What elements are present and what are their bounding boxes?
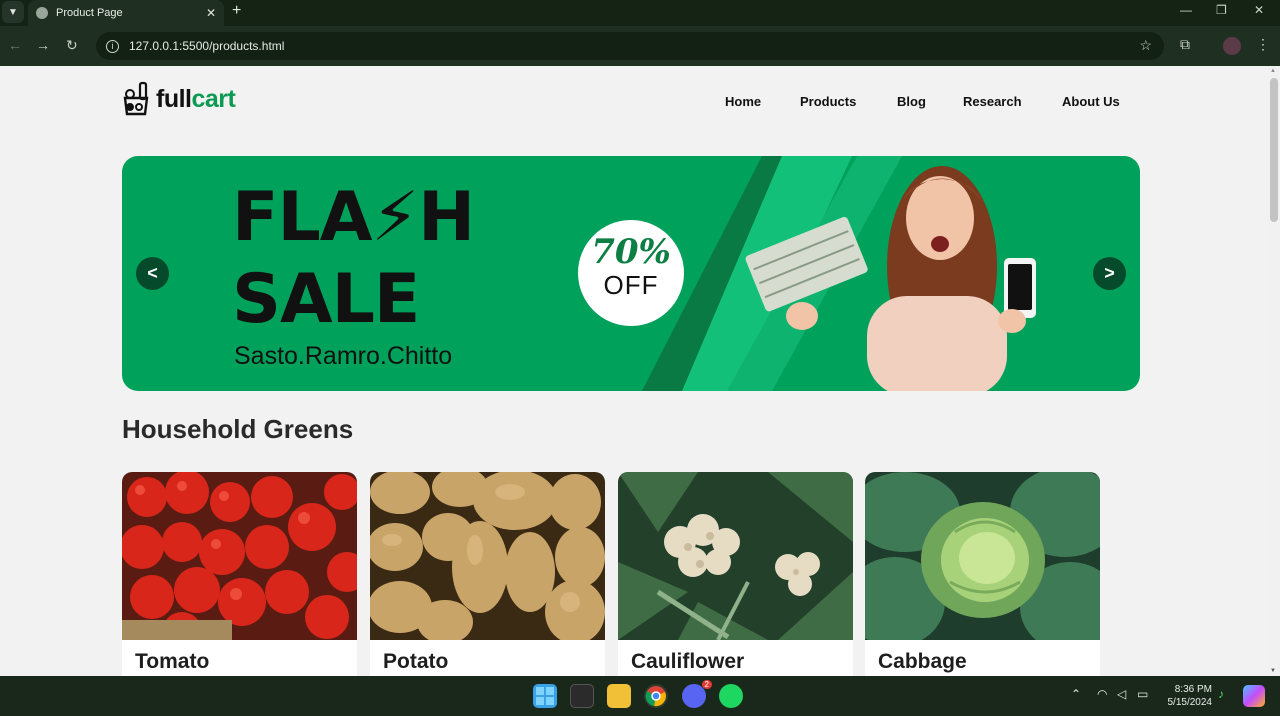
nav-research[interactable]: Research bbox=[963, 94, 1022, 109]
maximize-button[interactable]: ❐ bbox=[1216, 3, 1227, 17]
section-title: Household Greens bbox=[122, 414, 354, 444]
product-name: Potato bbox=[383, 650, 449, 673]
logo-text-full: full bbox=[156, 84, 192, 113]
system-clock[interactable]: 8:36 PM 5/15/2024 bbox=[1160, 683, 1213, 709]
nav-about-us[interactable]: About Us bbox=[1062, 94, 1120, 109]
product-card-tomato[interactable]: Tomato bbox=[122, 472, 357, 676]
clock-date: 5/15/2024 bbox=[1167, 697, 1213, 708]
page-viewport: fullcart Home Products Blog Research Abo… bbox=[0, 66, 1268, 676]
banner-next-button[interactable]: > bbox=[1093, 257, 1126, 290]
os-taskbar: 2 ⌃ ◠ ◁ ▭ 8:36 PM 5/15/2024 ♪ bbox=[0, 676, 1280, 716]
address-bar[interactable]: i 127.0.0.1:5500/products.html ☆ bbox=[96, 32, 1164, 60]
browser-tab[interactable]: Product Page ✕ bbox=[28, 0, 224, 26]
new-tab-button[interactable]: + bbox=[232, 2, 241, 20]
scrollbar-thumb[interactable] bbox=[1270, 78, 1278, 222]
tray-overflow-icon[interactable]: ⌃ bbox=[1071, 687, 1081, 701]
discount-badge: 70% OFF bbox=[578, 220, 684, 326]
flash-headline: FLA⚡H bbox=[232, 178, 475, 257]
grocery-bag-icon bbox=[123, 81, 149, 116]
globe-icon bbox=[36, 7, 48, 19]
minimize-button[interactable]: — bbox=[1180, 3, 1192, 17]
page-scrollbar[interactable]: ▲ ▼ bbox=[1268, 66, 1280, 676]
forward-icon[interactable]: → bbox=[36, 37, 50, 53]
file-explorer-icon[interactable] bbox=[607, 684, 631, 708]
logo-text-cart: cart bbox=[191, 84, 236, 113]
nav-products[interactable]: Products bbox=[800, 94, 856, 109]
site-logo[interactable]: fullcart bbox=[122, 80, 236, 118]
tab-close-icon[interactable]: ✕ bbox=[206, 6, 216, 20]
product-name: Cabbage bbox=[878, 650, 967, 673]
notification-bell-icon[interactable]: ♪ bbox=[1218, 687, 1224, 701]
discord-icon[interactable]: 2 bbox=[682, 680, 712, 708]
discord-badge: 2 bbox=[701, 680, 712, 689]
product-card-potato[interactable]: Potato bbox=[370, 472, 605, 676]
profile-avatar[interactable] bbox=[1223, 37, 1241, 55]
promo-model-image bbox=[745, 166, 1036, 391]
back-icon[interactable]: ← bbox=[8, 37, 22, 53]
tab-title: Product Page bbox=[56, 7, 123, 19]
product-card-cabbage[interactable]: Cabbage bbox=[865, 472, 1100, 676]
browser-menu-icon[interactable]: ⋮ bbox=[1256, 36, 1270, 53]
url-text: 127.0.0.1:5500/products.html bbox=[129, 39, 285, 53]
scroll-down-icon[interactable]: ▼ bbox=[1270, 668, 1276, 674]
chrome-icon[interactable] bbox=[644, 684, 668, 708]
cauliflower-image bbox=[618, 472, 853, 640]
banner-tagline: Sasto.Ramro.Chitto bbox=[234, 342, 453, 370]
start-menu-icon[interactable] bbox=[533, 684, 557, 708]
flash-sale-banner: FLA⚡H SALE Sasto.Ramro.Chitto 70% OFF bbox=[122, 156, 1140, 391]
tab-search-icon[interactable]: ▼ bbox=[2, 1, 24, 23]
sale-headline: SALE bbox=[232, 260, 420, 339]
browser-toolbar: ← → ↻ i 127.0.0.1:5500/products.html ☆ ⧉… bbox=[0, 26, 1280, 66]
nav-home[interactable]: Home bbox=[725, 94, 761, 109]
product-name: Cauliflower bbox=[631, 650, 745, 673]
discount-off-label: OFF bbox=[603, 270, 659, 300]
nav-blog[interactable]: Blog bbox=[897, 94, 926, 109]
site-info-icon[interactable]: i bbox=[106, 39, 119, 53]
terminal-icon[interactable] bbox=[570, 684, 594, 708]
reload-icon[interactable]: ↻ bbox=[66, 37, 78, 54]
tomato-image bbox=[122, 472, 357, 640]
scroll-up-icon[interactable]: ▲ bbox=[1270, 68, 1276, 74]
bookmark-star-icon[interactable]: ☆ bbox=[1139, 37, 1152, 54]
cabbage-image bbox=[865, 472, 1100, 640]
potato-image bbox=[370, 472, 605, 640]
discount-percent: 70% bbox=[591, 232, 671, 272]
copilot-icon[interactable] bbox=[1243, 685, 1265, 707]
wifi-icon[interactable]: ◠ bbox=[1097, 687, 1107, 701]
extensions-icon[interactable]: ⧉ bbox=[1180, 36, 1190, 53]
volume-icon[interactable]: ◁ bbox=[1117, 687, 1126, 701]
battery-icon[interactable]: ▭ bbox=[1137, 687, 1148, 701]
clock-time: 8:36 PM bbox=[1174, 684, 1212, 695]
product-card-cauliflower[interactable]: Cauliflower bbox=[618, 472, 853, 676]
close-window-button[interactable]: ✕ bbox=[1254, 3, 1264, 17]
banner-prev-button[interactable]: < bbox=[136, 257, 169, 290]
spotify-icon[interactable] bbox=[719, 684, 743, 708]
product-name: Tomato bbox=[135, 650, 210, 673]
browser-tab-bar: ▼ Product Page ✕ + — ❐ ✕ bbox=[0, 0, 1280, 26]
